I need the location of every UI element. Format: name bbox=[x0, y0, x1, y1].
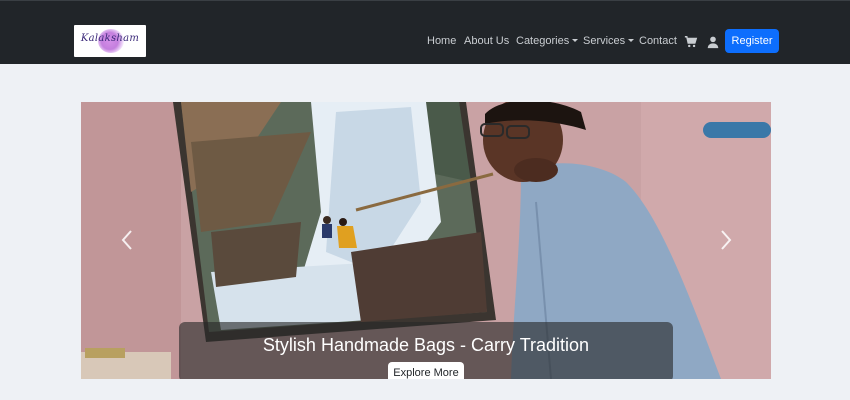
chevron-right-icon[interactable] bbox=[719, 229, 733, 251]
cart-icon[interactable] bbox=[684, 35, 698, 49]
brand-logo[interactable]: Kalaksham bbox=[74, 25, 146, 57]
nav-services[interactable]: Services bbox=[583, 34, 635, 48]
nav-categories-label: Categories bbox=[516, 35, 570, 47]
nav-home[interactable]: Home bbox=[427, 34, 456, 48]
chevron-down-icon bbox=[628, 39, 635, 42]
nav-services-label: Services bbox=[583, 35, 626, 47]
caption-title: Stylish Handmade Bags - Carry Tradition bbox=[262, 335, 590, 355]
nav-categories[interactable]: Categories bbox=[516, 34, 579, 48]
hero-carousel: Stylish Handmade Bags - Carry Tradition … bbox=[81, 102, 771, 379]
register-button[interactable]: Register bbox=[725, 29, 779, 53]
nav-contact[interactable]: Contact bbox=[639, 34, 677, 48]
chevron-down-icon bbox=[572, 39, 579, 42]
nav-about[interactable]: About Us bbox=[464, 34, 509, 48]
user-icon[interactable] bbox=[706, 35, 720, 49]
logo-text: Kalaksham bbox=[80, 33, 140, 44]
chevron-left-icon[interactable] bbox=[120, 229, 134, 251]
navbar: Kalaksham Home About Us Categories Servi… bbox=[0, 0, 850, 64]
explore-more-button[interactable]: Explore More bbox=[388, 362, 464, 379]
